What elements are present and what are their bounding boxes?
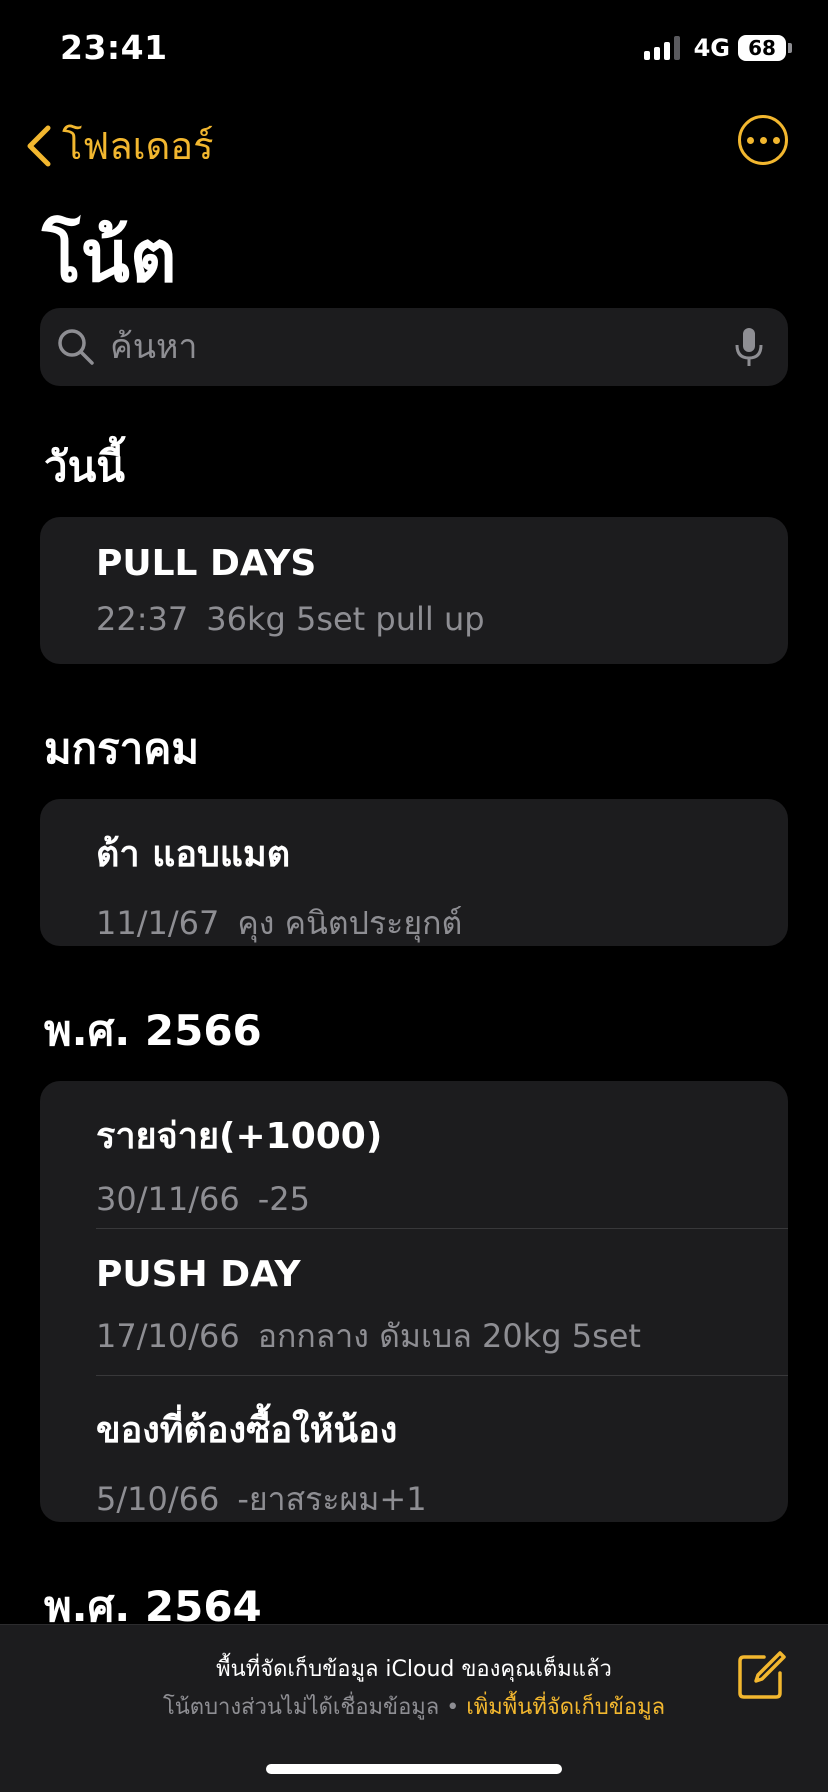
note-subtitle: 11/1/67 คุง คนิตประยุกต์: [96, 898, 788, 946]
note-subtitle: 22:37 36kg 5set pull up: [96, 600, 788, 638]
status-indicators: 4G 68: [643, 34, 792, 62]
list-item-note[interactable]: ของที่ต้องซื้อให้น้อง 5/10/66 -ยาสระผม+1: [40, 1375, 788, 1522]
note-title: ของที่ต้องซื้อให้น้อง: [96, 1410, 398, 1451]
icloud-full-message: พื้นที่จัดเก็บข้อมูล iCloud ของคุณเต็มแล…: [216, 1657, 612, 1682]
note-title: PUSH DAY: [96, 1254, 301, 1295]
notes-screen: 23:41 4G 68 โฟลเดอร์ โน้ต ค้นหา วันนี้ P…: [0, 0, 828, 1792]
note-date: 11/1/67: [96, 904, 220, 942]
list-item-note[interactable]: ต้า แอบแมต 11/1/67 คุง คนิตประยุกต์: [40, 799, 788, 946]
note-date: 17/10/66: [96, 1317, 240, 1355]
microphone-icon[interactable]: [734, 325, 764, 369]
search-input[interactable]: [110, 327, 734, 367]
status-time: 23:41: [60, 28, 168, 67]
battery-cap: [788, 43, 792, 53]
section-header-today: วันนี้: [44, 442, 126, 491]
back-label: โฟลเดอร์: [62, 124, 214, 168]
back-button[interactable]: โฟลเดอร์: [24, 115, 214, 176]
battery-icon: 68: [738, 35, 786, 61]
note-preview: -25: [257, 1180, 310, 1218]
note-title: PULL DAYS: [96, 543, 317, 584]
note-date: 22:37: [96, 600, 189, 638]
section-header-january: มกราคม: [44, 724, 200, 773]
note-subtitle: 17/10/66 อกกลาง ดัมเบล 20kg 5set: [96, 1311, 788, 1362]
notes-group-2566: รายจ่าย(+1000) 30/11/66 -25 PUSH DAY 17/1…: [40, 1081, 788, 1522]
note-preview: คุง คนิตประยุกต์: [237, 904, 463, 942]
note-subtitle: 5/10/66 -ยาสระผม+1: [96, 1474, 788, 1522]
battery-level: 68: [748, 36, 776, 60]
notes-group-january: ต้า แอบแมต 11/1/67 คุง คนิตประยุกต์: [40, 799, 788, 946]
navigation-bar: โฟลเดอร์: [0, 105, 828, 175]
notes-group-today: PULL DAYS 22:37 36kg 5set pull up: [40, 517, 788, 664]
note-date: 30/11/66: [96, 1180, 240, 1218]
note-subtitle: 30/11/66 -25: [96, 1180, 788, 1218]
home-indicator[interactable]: [266, 1764, 562, 1774]
list-item-note[interactable]: PUSH DAY 17/10/66 อกกลาง ดัมเบล 20kg 5set: [40, 1228, 788, 1375]
list-item-note[interactable]: รายจ่าย(+1000) 30/11/66 -25: [40, 1081, 788, 1228]
more-options-button[interactable]: [738, 115, 788, 165]
note-date: 5/10/66: [96, 1480, 220, 1518]
compose-icon[interactable]: [734, 1649, 788, 1703]
page-title: โน้ต: [42, 214, 177, 298]
status-bar: 23:41 4G 68: [0, 0, 828, 100]
note-preview: อกกลาง ดัมเบล 20kg 5set: [257, 1317, 641, 1355]
note-title: ต้า แอบแมต: [96, 834, 291, 875]
sync-message: โน้ตบางส่วนไม่ได้เชื่อมข้อมูล: [162, 1695, 440, 1720]
search-icon: [58, 329, 94, 365]
add-storage-link[interactable]: เพิ่มพื้นที่จัดเก็บข้อมูล: [466, 1695, 665, 1720]
separator: •: [446, 1695, 460, 1720]
sync-status: โน้ตบางส่วนไม่ได้เชื่อมข้อมูล • เพิ่มพื้…: [0, 1689, 828, 1724]
cellular-signal-icon: [643, 36, 680, 60]
search-bar[interactable]: [40, 308, 788, 386]
note-preview: 36kg 5set pull up: [206, 600, 485, 638]
network-type: 4G: [693, 34, 730, 62]
section-header-2566: พ.ศ. 2566: [44, 1006, 262, 1055]
note-title: รายจ่าย(+1000): [96, 1116, 383, 1157]
note-preview: -ยาสระผม+1: [237, 1480, 427, 1518]
ellipsis-icon: [746, 136, 754, 144]
list-item-note[interactable]: PULL DAYS 22:37 36kg 5set pull up: [40, 517, 788, 664]
chevron-left-icon: [27, 125, 51, 166]
